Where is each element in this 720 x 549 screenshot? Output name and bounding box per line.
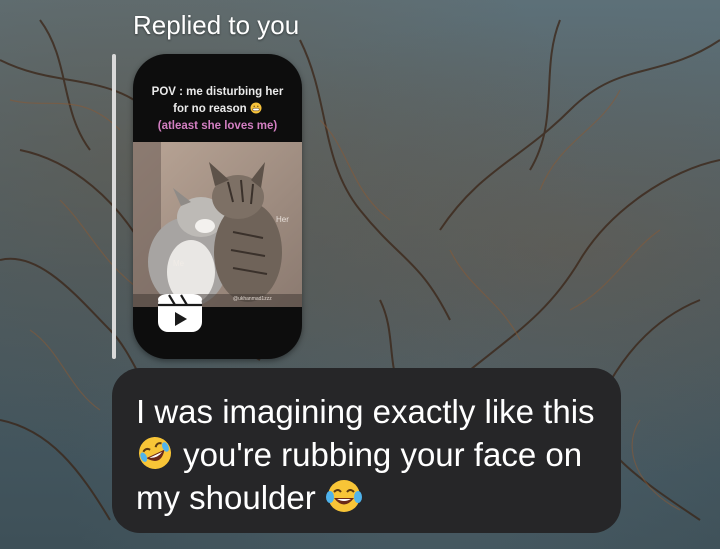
reel-caption-line3: (atleast she loves me) — [157, 120, 278, 132]
reply-indicator-bar — [112, 54, 116, 359]
grimacing-face-icon — [250, 102, 262, 114]
message-part1: I was imagining exactly like this — [136, 393, 595, 430]
reel-watermark: @ukhanmad1zzz — [233, 296, 272, 302]
reel-caption-line1: POV : me disturbing her — [151, 86, 284, 98]
message-text: I was imagining exactly like this you're… — [136, 390, 606, 519]
reel-caption-line2-wrap: for no reason — [133, 101, 302, 118]
replied-to-you-label: Replied to you — [133, 10, 300, 40]
rolling-on-floor-laughing-icon — [139, 437, 171, 469]
label-her: Her — [276, 215, 289, 224]
reel-caption: POV : me disturbing her for no reason (a… — [133, 84, 302, 135]
cats-photo: Her Me @ukhanmad1zzz — [133, 142, 302, 307]
reel-caption-line2: for no reason — [173, 103, 247, 115]
face-with-tears-of-joy-icon — [325, 480, 362, 512]
reel-preview[interactable]: POV : me disturbing her for no reason (a… — [133, 54, 302, 359]
reels-play-icon[interactable] — [157, 293, 203, 333]
message-bubble[interactable]: I was imagining exactly like this you're… — [112, 368, 621, 533]
label-me: Me — [173, 259, 185, 268]
